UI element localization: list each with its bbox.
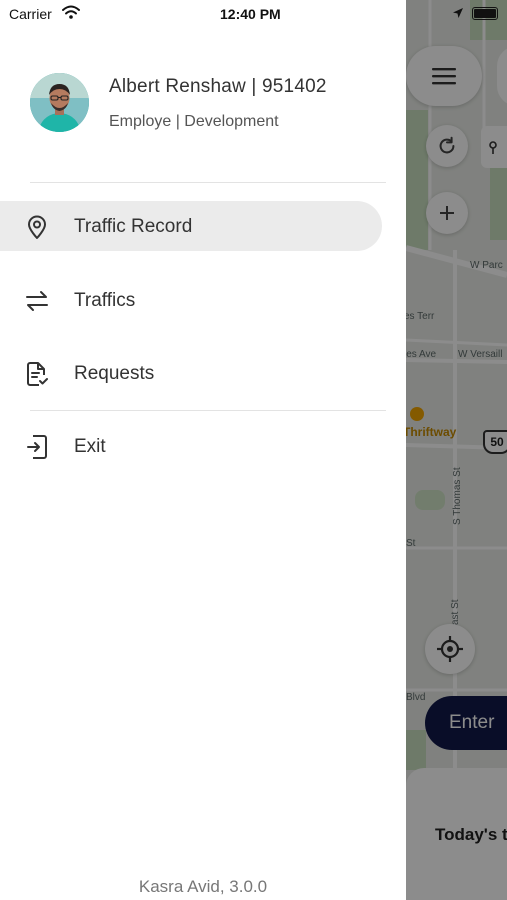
menu-item-label: Traffics: [74, 290, 136, 311]
user-avatar-image: [30, 73, 89, 132]
app-version: Kasra Avid, 3.0.0: [138, 877, 268, 896]
menu-item-label: Traffic Record: [74, 216, 193, 237]
carrier-label: Carrier: [9, 6, 52, 22]
menu-item-requests[interactable]: Requests: [0, 348, 382, 398]
menu-item-label: Requests: [74, 363, 155, 384]
avatar[interactable]: [30, 73, 89, 132]
menu-item-traffics[interactable]: Traffics: [0, 275, 382, 325]
location-pin-icon: [28, 215, 46, 239]
location-arrow-icon: [453, 8, 463, 18]
menu-item-traffic-record[interactable]: Traffic Record: [0, 201, 382, 251]
swap-arrows-icon: [26, 291, 48, 311]
exit-icon: [27, 435, 47, 459]
menu-item-label: Exit: [74, 436, 106, 457]
menu-item-exit[interactable]: Exit: [0, 421, 382, 471]
user-name: Albert Renshaw | 951402: [109, 76, 327, 97]
divider: [30, 182, 386, 183]
battery-icon: [472, 7, 498, 20]
clock: 12:40 PM: [220, 6, 281, 22]
status-bar: Carrier 12:40 PM: [0, 0, 507, 28]
side-drawer: Albert Renshaw | 951402 Employe | Develo…: [0, 0, 406, 900]
document-check-icon: [27, 362, 48, 386]
divider: [30, 410, 386, 411]
wifi-icon: [62, 5, 80, 19]
user-role: Employe | Development: [109, 113, 279, 130]
